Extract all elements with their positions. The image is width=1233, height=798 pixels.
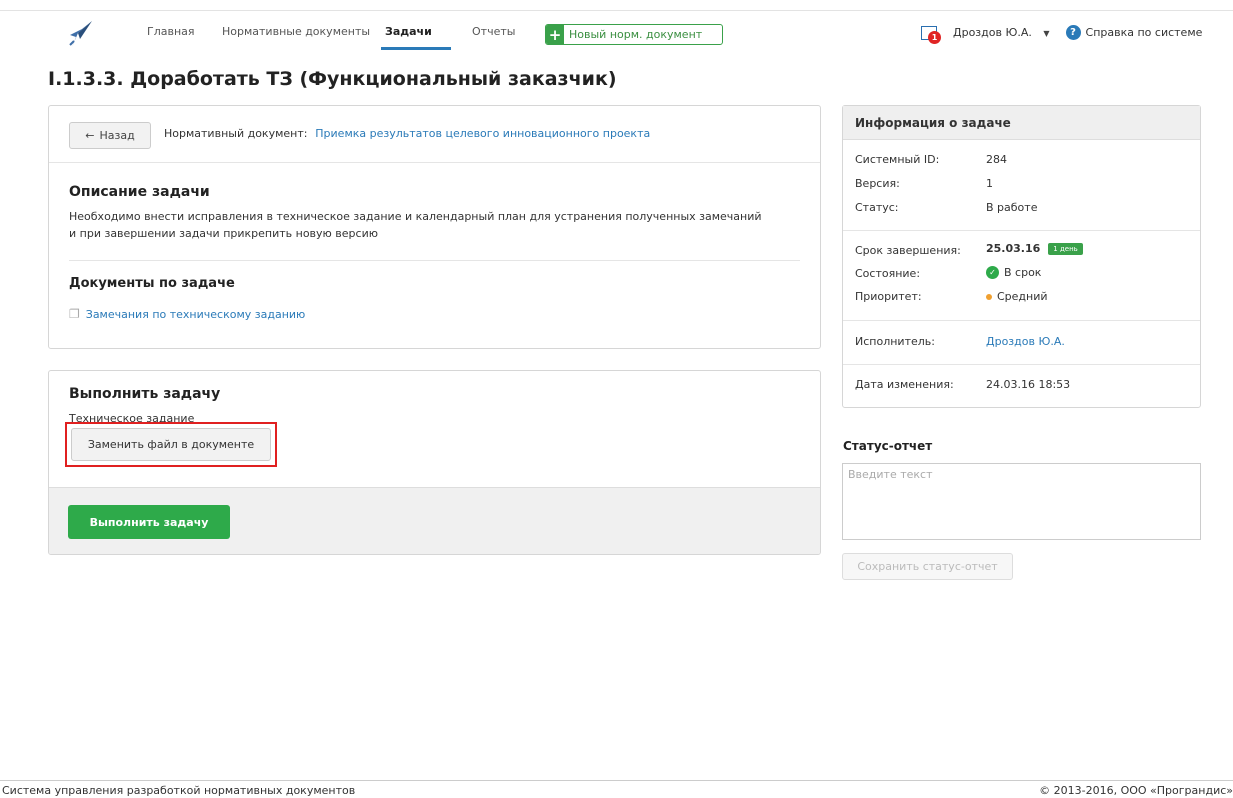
task-document-item[interactable]: ❐ Замечания по техническому заданию	[69, 307, 305, 321]
new-document-button[interactable]: + Новый норм. документ	[545, 24, 723, 45]
divider	[49, 162, 820, 163]
tasks-check-icon[interactable]: 1	[921, 25, 941, 44]
deadline-value: 25.03.16 1 день	[986, 242, 1083, 255]
execute-footer: Выполнить задачу	[49, 487, 820, 554]
arrow-left-icon: ←	[85, 129, 95, 142]
caret-down-icon: ▼	[1043, 29, 1050, 38]
copy-document-icon: ❐	[69, 307, 80, 321]
priority-label: Приоритет:	[855, 290, 922, 303]
save-status-button[interactable]: Сохранить статус-отчет	[842, 553, 1013, 580]
status-report-input[interactable]	[842, 463, 1201, 540]
footer-system-name: Система управления разработкой нормативн…	[2, 784, 356, 797]
description-line-2: и при завершении задачи прикрепить новую…	[69, 227, 378, 240]
back-button[interactable]: ← Назад	[69, 122, 151, 149]
task-info-panel: Информация о задаче Системный ID: 284 Ве…	[842, 105, 1201, 408]
task-count-badge: 1	[928, 30, 941, 44]
norm-doc-link[interactable]: Приемка результатов целевого инновационн…	[315, 127, 650, 140]
execute-heading: Выполнить задачу	[69, 386, 221, 402]
rocket-logo-icon[interactable]	[66, 19, 94, 49]
divider	[843, 364, 1200, 365]
page-title: I.1.3.3. Доработать ТЗ (Функциональный з…	[48, 68, 617, 90]
deadline-date: 25.03.16	[986, 242, 1041, 255]
divider	[69, 260, 800, 261]
check-circle-icon: ✓	[986, 266, 999, 279]
top-navbar: Главная Нормативные документы Задачи Отч…	[0, 10, 1233, 52]
priority-text: Средний	[997, 290, 1048, 303]
assignee-label: Исполнитель:	[855, 335, 935, 348]
user-name: Дроздов Ю.А.	[953, 26, 1032, 39]
assignee-link[interactable]: Дроздов Ю.А.	[986, 335, 1065, 348]
execute-task-panel: Выполнить задачу Техническое задание Зам…	[48, 370, 821, 555]
plus-icon: +	[546, 25, 564, 44]
state-text: В срок	[1004, 266, 1042, 279]
system-id-value: 284	[986, 153, 1007, 166]
new-document-label: Новый норм. документ	[569, 28, 703, 41]
nav-tasks[interactable]: Задачи	[385, 25, 432, 38]
divider	[843, 230, 1200, 231]
nav-normative-docs[interactable]: Нормативные документы	[222, 25, 370, 38]
nav-home[interactable]: Главная	[147, 25, 195, 38]
days-left-badge: 1 день	[1048, 242, 1083, 255]
priority-value: Средний	[986, 290, 1048, 303]
status-label: Статус:	[855, 201, 899, 214]
system-id-label: Системный ID:	[855, 153, 940, 166]
back-label: Назад	[99, 129, 135, 142]
footer-bar: Система управления разработкой нормативн…	[0, 780, 1233, 798]
norm-doc-line: Нормативный документ: Приемка результато…	[164, 126, 650, 140]
status-value: В работе	[986, 201, 1038, 214]
priority-dot-icon	[986, 293, 992, 300]
highlight-box: Заменить файл в документе	[65, 422, 277, 467]
version-value: 1	[986, 177, 993, 190]
state-label: Состояние:	[855, 267, 921, 280]
task-document-link[interactable]: Замечания по техническому заданию	[86, 308, 306, 321]
help-icon[interactable]: ?	[1065, 25, 1081, 40]
replace-file-button[interactable]: Заменить файл в документе	[71, 428, 271, 461]
nav-reports[interactable]: Отчеты	[472, 25, 515, 38]
modified-value: 24.03.16 18:53	[986, 378, 1071, 391]
description-heading: Описание задачи	[69, 184, 210, 200]
divider	[843, 320, 1200, 321]
version-label: Версия:	[855, 177, 900, 190]
status-report-heading: Статус-отчет	[843, 439, 933, 453]
modified-label: Дата изменения:	[855, 378, 954, 391]
docs-heading: Документы по задаче	[69, 276, 235, 291]
task-description-panel: ← Назад Нормативный документ: Приемка ре…	[48, 105, 821, 349]
footer-copyright: © 2013-2016, ООО «Програндис»	[1039, 784, 1233, 797]
info-heading: Информация о задаче	[843, 106, 1200, 140]
help-link[interactable]: Справка по системе	[1086, 26, 1203, 39]
user-area: 1 Дроздов Ю.А. ▼ ? Справка по системе	[921, 25, 1203, 44]
complete-task-button[interactable]: Выполнить задачу	[68, 505, 230, 539]
nav-active-indicator	[381, 47, 451, 50]
state-value: ✓ В срок	[986, 266, 1041, 279]
deadline-label: Срок завершения:	[855, 244, 961, 257]
description-line-1: Необходимо внести исправления в техничес…	[69, 210, 762, 223]
norm-doc-label: Нормативный документ:	[164, 127, 308, 140]
user-menu[interactable]: Дроздов Ю.А. ▼	[953, 26, 1050, 39]
